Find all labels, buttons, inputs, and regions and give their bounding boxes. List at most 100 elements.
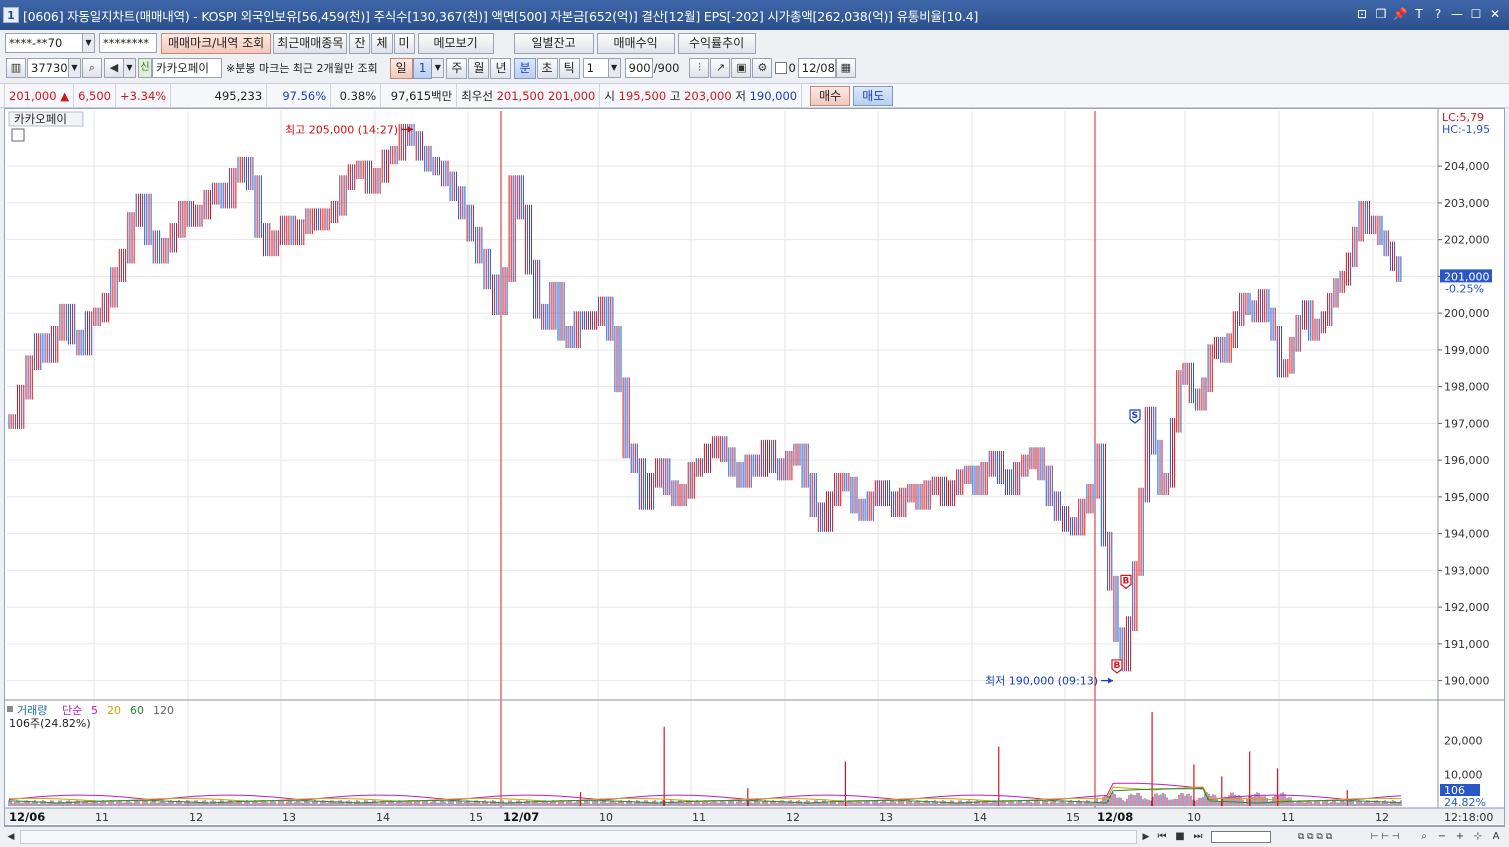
period-minute-button[interactable]: 분 [514, 57, 536, 79]
best-quote-label: 최우선 [461, 89, 493, 103]
price-bar-group [1245, 292, 1251, 315]
draw-tools-icon[interactable]: ⊢ ⊢ ⊣ [1355, 828, 1415, 846]
price-bar-group [785, 450, 793, 481]
chart-settings-icon[interactable]: ▥ [6, 58, 26, 78]
window-number-badge[interactable]: 1 [3, 7, 19, 23]
sell-button[interactable]: 매도 [853, 85, 894, 106]
price-bar-group [1314, 318, 1320, 341]
indicator-icon[interactable]: ↗ [710, 58, 731, 78]
candle-type-icon[interactable]: ⫶ [689, 58, 710, 78]
scroll-left-icon[interactable]: ◀ [4, 829, 18, 845]
price-bar-group [695, 458, 703, 477]
price-bar-group [1132, 561, 1138, 631]
x-hour-label: 14 [973, 811, 987, 824]
price-bar-group [581, 311, 589, 330]
price-bar-group [1053, 491, 1061, 521]
period-day-button[interactable]: 일 [389, 57, 413, 79]
first-page-icon[interactable]: ⏮ [1153, 828, 1171, 846]
layout-tools-icon[interactable]: ⧉ ⧉ ⧉ ⧉ [1275, 828, 1355, 846]
price-bar-group [364, 160, 373, 194]
filled-button[interactable]: 체 [371, 32, 393, 54]
recent-trades-button[interactable]: 최근매매종목 [273, 32, 348, 54]
date-field[interactable]: 12/08 [797, 58, 836, 78]
chart-scroll-bar: ◀ ▶ ⏮ ■ ⏭ ⧉ ⧉ ⧉ ⧉ ⊢ ⊢ ⊣ ⌕ − + ⊹ A [4, 826, 1505, 846]
volume-ma-period: 5 [91, 704, 98, 717]
price-bar-group [50, 326, 59, 363]
close-icon[interactable]: ✕ [1487, 6, 1503, 22]
price-volume-chart[interactable]: 190,000 191,000 192,000 193,000 194,000 195,0… [5, 109, 1504, 825]
pin-icon[interactable]: 📌 [1392, 6, 1408, 22]
period-month-button[interactable]: 월 [468, 57, 490, 79]
help-icon[interactable]: ? [1430, 6, 1446, 22]
period-tick-button[interactable]: 틱 [558, 57, 580, 79]
price-bar-group [671, 480, 679, 507]
save-icon[interactable]: ▣ [731, 58, 752, 78]
scroll-right-icon[interactable]: ▶ [1139, 829, 1153, 845]
quote-bar: 201,000 ▲ 6,500 +3.34% 495,233 97.56% 0.… [0, 83, 1509, 108]
price-bar-group [313, 208, 322, 231]
volume-ma-period: 60 [130, 704, 144, 717]
password-field[interactable]: ******** [99, 33, 157, 53]
stop-icon[interactable]: ■ [1171, 828, 1189, 846]
price-bar-group [127, 212, 135, 264]
search-icon[interactable]: ⌕ [82, 58, 102, 78]
zoom-out-icon[interactable]: − [1433, 828, 1451, 846]
restore-layout-icon[interactable]: ❐ [1373, 6, 1389, 22]
chart-area[interactable]: 190,000 191,000 192,000 193,000 194,000 195,0… [4, 108, 1505, 826]
interval-dropdown-icon[interactable]: ▼ [608, 58, 621, 78]
price-bar-group [1100, 443, 1106, 547]
gear-icon[interactable]: ⚙ [752, 58, 773, 78]
price-bar-group [565, 326, 573, 348]
layout-icon[interactable]: ⊡ [1354, 6, 1370, 22]
period-count-dropdown-icon[interactable]: ▼ [432, 58, 445, 78]
minimize-icon[interactable]: — [1449, 6, 1465, 22]
zoom-in-icon[interactable]: + [1451, 828, 1469, 846]
mark-history-button[interactable]: 매매마크/내역 조회 [161, 32, 272, 54]
price-bar-group [492, 274, 500, 315]
date-checkbox[interactable] [775, 62, 788, 74]
x-hour-label: 12 [786, 811, 800, 824]
best-quote: 최우선 201,500 201,000 [457, 84, 601, 107]
auto-scale-icon[interactable]: A [1487, 828, 1505, 846]
move-icon[interactable]: ⊹ [1469, 828, 1487, 846]
account-field[interactable]: ****-**70 [5, 33, 83, 53]
x-day-label: 12/08 [1097, 810, 1133, 824]
text-size-icon[interactable]: T [1411, 6, 1427, 22]
best-ask: 201,500 [496, 89, 545, 103]
price-bar-group [1078, 498, 1086, 536]
interval-field[interactable]: 1 [582, 58, 609, 78]
balance-button[interactable]: 잔 [349, 32, 371, 54]
price-bar-group [8, 414, 16, 429]
scroll-track[interactable] [20, 829, 1137, 844]
memo-view-button[interactable]: 메모보기 [417, 32, 494, 54]
stock-name-field[interactable]: 카카오페이 [152, 58, 222, 78]
speaker-dropdown-icon[interactable]: ▼ [124, 58, 136, 78]
price-bar-group [152, 230, 161, 264]
daily-balance-button[interactable]: 일별잔고 [513, 32, 594, 54]
buy-button[interactable]: 매수 [810, 85, 851, 106]
stock-code-dropdown-icon[interactable]: ▼ [69, 58, 81, 78]
zoom-icon[interactable]: ⌕ [1415, 828, 1433, 846]
price-bar-group [769, 439, 777, 473]
stock-code-field[interactable]: 377300 [27, 58, 69, 78]
account-dropdown-icon[interactable]: ▼ [83, 33, 95, 53]
trade-profit-button[interactable]: 매매수익 [596, 32, 675, 54]
price-bar-group [1396, 256, 1402, 282]
maximize-icon[interactable]: ☐ [1468, 6, 1484, 22]
period-week-button[interactable]: 주 [446, 57, 468, 79]
price-bar-group [1070, 517, 1078, 536]
calendar-icon[interactable]: ▦ [835, 58, 856, 78]
period-count-field[interactable]: 1 [412, 57, 433, 79]
x-hour-label: 13 [282, 811, 296, 824]
speaker-icon[interactable]: ◀ [104, 58, 124, 78]
last-page-icon[interactable]: ⏭ [1189, 828, 1207, 846]
zoom-slider[interactable] [1211, 830, 1271, 843]
price-bar-group [67, 303, 76, 345]
return-trend-button[interactable]: 수익률추이 [677, 32, 756, 54]
table-toggle-icon [11, 128, 25, 142]
unfilled-button[interactable]: 미 [393, 32, 415, 54]
price-bar-group [1094, 443, 1100, 499]
bar-count-field[interactable]: 900 [624, 58, 653, 78]
period-year-button[interactable]: 년 [490, 57, 512, 79]
period-second-button[interactable]: 초 [536, 57, 558, 79]
